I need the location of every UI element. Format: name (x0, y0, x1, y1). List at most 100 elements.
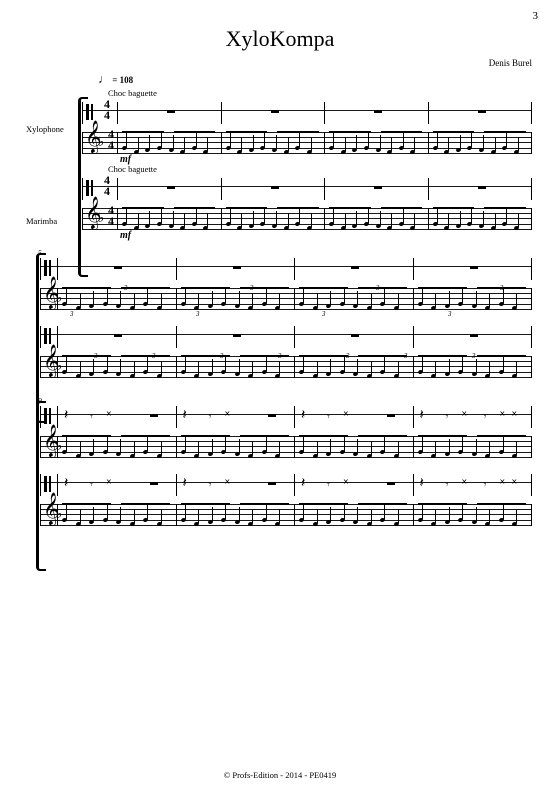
note-stem-icon (398, 361, 399, 375)
note-stem-icon (471, 209, 472, 223)
beam-icon (122, 207, 164, 209)
note-stem-icon (198, 293, 199, 307)
note-stem-icon (495, 213, 496, 227)
quarter-rest-icon: 𝄽 (183, 476, 187, 492)
beam-icon (240, 287, 289, 289)
note-stem-icon (357, 359, 358, 373)
part-xylophone: 44 𝄞 ♭ 44 mf (82, 100, 532, 156)
note-stem-icon (503, 357, 504, 371)
beam-icon (174, 207, 216, 209)
note-stem-icon (503, 437, 504, 451)
note-stem-icon (252, 361, 253, 375)
note-stem-icon (435, 441, 436, 455)
note-stem-icon (317, 293, 318, 307)
note-stem-icon (437, 209, 438, 223)
note-stem-icon (414, 213, 415, 227)
whole-rest-icon (167, 186, 175, 189)
note-stem-icon (239, 291, 240, 305)
cross-notehead-icon: × (512, 410, 518, 420)
page-number: 3 (533, 10, 539, 22)
system-1: Xylophone 44 𝄞 ♭ 44 (28, 100, 532, 232)
note-stem-icon (161, 293, 162, 307)
note-stem-icon (516, 509, 517, 523)
staff-xylophone-perc: 44 (82, 100, 532, 122)
note-stem-icon (384, 357, 385, 371)
note-stem-icon (198, 509, 199, 523)
note-stem-icon (276, 211, 277, 225)
note-stem-icon (462, 357, 463, 371)
whole-rest-icon (114, 266, 122, 269)
note-stem-icon (93, 291, 94, 305)
footer-copyright: © Profs-Edition - 2014 - PE0419 (0, 770, 560, 780)
note-stem-icon (489, 509, 490, 523)
system-bracket-icon (78, 102, 81, 272)
note-stem-icon (299, 209, 300, 223)
note-stem-icon (161, 441, 162, 455)
beam-icon (358, 287, 407, 289)
staff-xylophone-treble: 𝄞 ♭ (40, 434, 532, 460)
beam-icon (121, 435, 170, 437)
note-stem-icon (66, 289, 67, 303)
note-stem-icon (384, 505, 385, 519)
beam-icon (181, 503, 230, 505)
beam-icon (62, 287, 111, 289)
note-stem-icon (185, 289, 186, 303)
beam-icon (62, 435, 111, 437)
measure-1-perc (118, 102, 222, 124)
whole-rest-icon (470, 266, 478, 269)
beam-icon (62, 503, 111, 505)
note-stem-icon (134, 509, 135, 523)
note-stem-icon (225, 357, 226, 371)
beam-icon (181, 355, 230, 357)
beam-icon (477, 435, 526, 437)
beam-icon (121, 503, 170, 505)
cross-notehead-icon: × (106, 478, 112, 488)
note-stem-icon (435, 361, 436, 375)
eighth-rest-icon: 𝄾 (327, 411, 330, 424)
beam-icon (121, 355, 170, 357)
note-stem-icon (225, 505, 226, 519)
note-stem-icon (80, 361, 81, 375)
note-stem-icon (311, 213, 312, 227)
staff-marimba-treble: 𝄞 ♭ 44 mf (82, 206, 532, 232)
note-stem-icon (225, 437, 226, 451)
note-stem-icon (380, 211, 381, 225)
whole-rest-icon (374, 110, 382, 113)
whole-rest-icon (478, 186, 486, 189)
whole-rest-icon (233, 334, 241, 337)
note-stem-icon (266, 437, 267, 451)
directive-marimba: Choc baguette (108, 164, 532, 174)
whole-rest-icon (167, 110, 175, 113)
barlines (82, 102, 532, 124)
note-stem-icon (371, 509, 372, 523)
note-stem-icon (134, 293, 135, 307)
part-marimba: 44 𝄞 ♭ 44 mf (82, 176, 532, 232)
beam-icon (299, 503, 348, 505)
note-stem-icon (303, 357, 304, 371)
part-marimba: 𝄞 ♭ 3 3 3 3 3 3 3 (40, 324, 532, 380)
note-stem-icon (345, 213, 346, 227)
rest-icon (268, 482, 276, 485)
tempo-bpm: = 108 (112, 75, 133, 85)
eighth-rest-icon: 𝄾 (327, 479, 330, 492)
note-stem-icon (198, 361, 199, 375)
note-stem-icon (330, 507, 331, 521)
rest-icon (387, 414, 395, 417)
staff-marimba-perc: 𝄽 𝄾 × 𝄽 𝄾 × 𝄽 𝄾 × (40, 472, 532, 494)
whole-rest-icon (351, 334, 359, 337)
note-stem-icon (66, 437, 67, 451)
beam-icon (240, 355, 289, 357)
beam-icon (181, 435, 230, 437)
eighth-rest-icon: 𝄾 (446, 479, 449, 492)
system-3: 9 𝄽 𝄾 × 𝄽 𝄾 × 𝄽 (28, 404, 532, 528)
beam-icon (477, 287, 526, 289)
note-stem-icon (449, 359, 450, 373)
note-stem-icon (120, 507, 121, 521)
staff-xylophone-perc: 𝄽 𝄾 × 𝄽 𝄾 × 𝄽 𝄾 × (40, 404, 532, 426)
quarter-rest-icon: 𝄽 (301, 476, 305, 492)
note-stem-icon (264, 209, 265, 223)
cross-notehead-icon: × (500, 410, 506, 420)
note-stem-icon (435, 509, 436, 523)
note-stem-icon (279, 509, 280, 523)
note-stem-icon (357, 291, 358, 305)
